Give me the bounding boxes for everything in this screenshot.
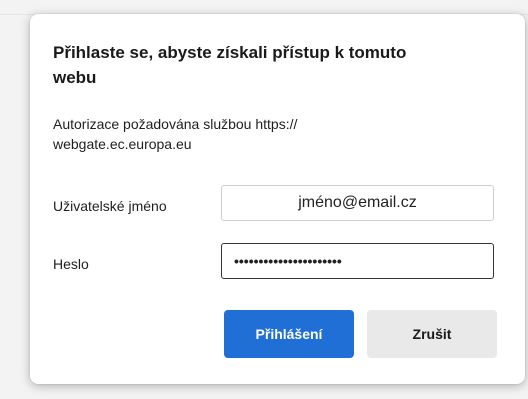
login-button[interactable]: Přihlášení — [224, 310, 354, 358]
password-field[interactable] — [221, 243, 494, 279]
window-top-strip — [0, 0, 528, 15]
dialog-description: Autorizace požadována službou https:// w… — [53, 116, 298, 152]
login-dialog: Přihlaste se, abyste získali přístup k t… — [30, 14, 525, 384]
password-label: Heslo — [53, 256, 89, 272]
dialog-title: Přihlaste se, abyste získali přístup k t… — [53, 43, 407, 87]
username-field[interactable] — [221, 185, 494, 221]
cancel-button[interactable]: Zrušit — [367, 310, 497, 358]
username-label: Uživatelské jméno — [53, 198, 167, 214]
